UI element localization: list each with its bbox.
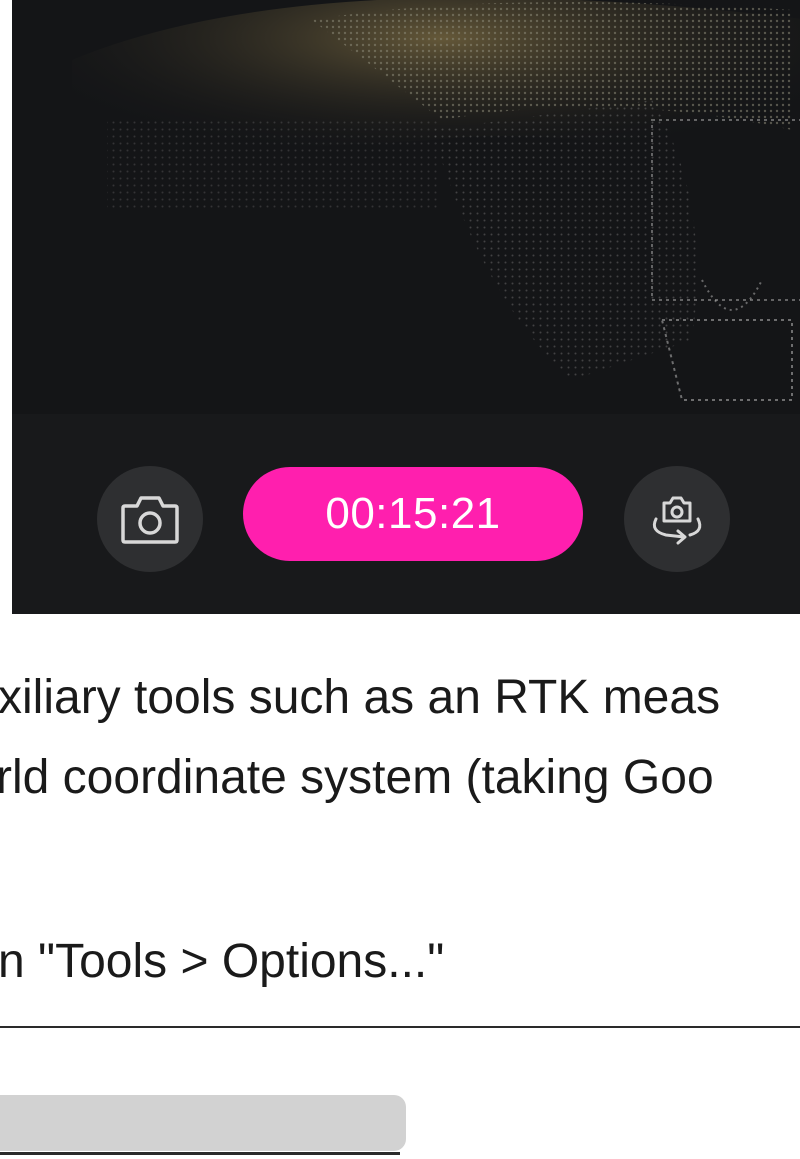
article-text-line-3: n "Tools > Options..." (0, 935, 445, 988)
camera-switch-icon (652, 496, 702, 545)
switch-camera-button[interactable] (624, 466, 730, 572)
camera-icon (121, 496, 179, 544)
point-cloud-scene (12, 0, 800, 414)
bottom-divider (0, 1152, 400, 1155)
article-text-line-2: rld coordinate system (taking Goo (0, 751, 714, 804)
placeholder-bar (0, 1095, 406, 1151)
recording-timer[interactable]: 00:15:21 (243, 467, 583, 561)
section-divider (0, 1026, 800, 1028)
recorder-controls: 00:15:21 (12, 414, 800, 614)
point-cloud-viewer: 00:15:21 (12, 0, 800, 614)
capture-button[interactable] (97, 466, 203, 572)
article-text-line-1: xiliary tools such as an RTK meas (0, 671, 721, 724)
